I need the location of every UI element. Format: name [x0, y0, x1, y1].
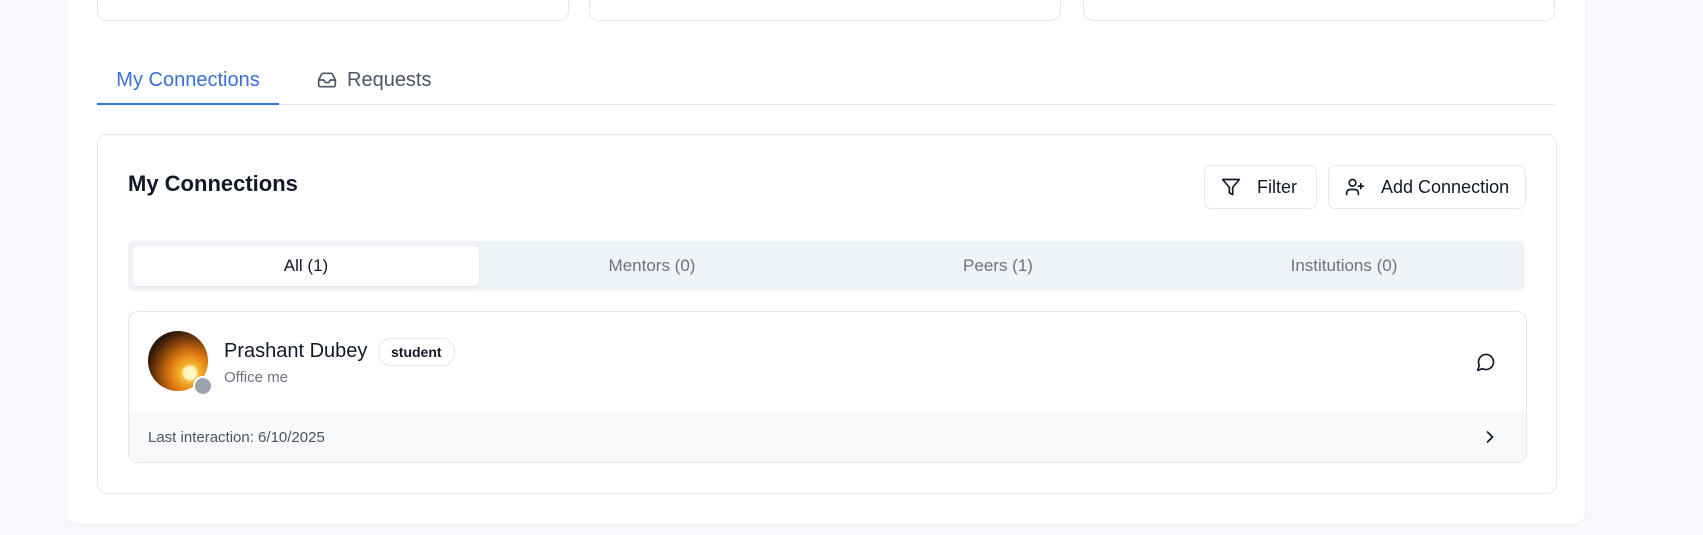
connections-card: My Connections Filter Add Connection All…: [97, 134, 1557, 494]
message-button[interactable]: [1472, 348, 1500, 376]
card-title: My Connections: [128, 171, 298, 196]
tab-my-connections[interactable]: My Connections: [97, 56, 279, 105]
last-interaction-text: Last interaction: 6/10/2025: [148, 428, 325, 446]
add-connection-label: Add Connection: [1381, 176, 1510, 197]
connection-footer[interactable]: Last interaction: 6/10/2025: [129, 412, 1526, 462]
connection-subtitle: Office me: [224, 369, 288, 386]
inbox-icon: [317, 70, 337, 90]
role-badge: student: [378, 338, 455, 366]
connection-type-filter: All (1) Mentors (0) Peers (1) Institutio…: [128, 241, 1525, 291]
connections-tabs: My Connections Requests: [97, 56, 1555, 105]
stat-card: [589, 0, 1061, 21]
filter-label: Filter: [1257, 176, 1297, 197]
presence-indicator: [193, 376, 213, 396]
stat-card: [97, 0, 569, 21]
message-circle-icon: [1476, 352, 1496, 372]
filter-icon: [1221, 177, 1257, 197]
segment-institutions[interactable]: Institutions (0): [1171, 246, 1517, 286]
user-plus-icon: [1345, 177, 1381, 197]
add-connection-button[interactable]: Add Connection: [1328, 165, 1526, 209]
stat-card: [1083, 0, 1555, 21]
active-tab-underline: [97, 103, 279, 105]
tab-label: My Connections: [116, 68, 260, 91]
tab-label: Requests: [347, 68, 432, 91]
connection-name: Prashant Dubey: [224, 340, 368, 362]
connection-item: Prashant Dubey student Office me Last in…: [128, 311, 1527, 463]
tab-requests[interactable]: Requests: [317, 56, 432, 104]
segment-mentors[interactable]: Mentors (0): [479, 246, 825, 286]
chevron-right-icon: [1480, 427, 1500, 452]
segment-peers[interactable]: Peers (1): [825, 246, 1171, 286]
segment-all[interactable]: All (1): [133, 246, 479, 286]
filter-button[interactable]: Filter: [1204, 165, 1317, 209]
